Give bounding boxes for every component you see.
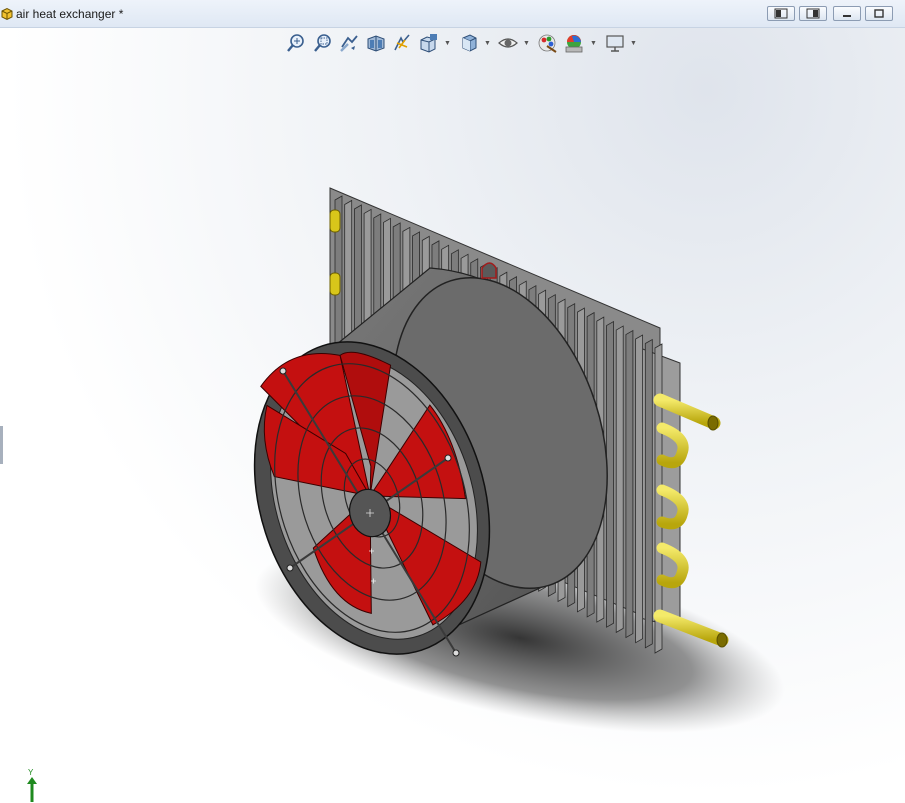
- fin: [615, 325, 624, 634]
- triad-y-label: Y: [28, 768, 34, 777]
- fin: [644, 338, 653, 649]
- graphics-viewport[interactable]: ▼ ▼ ▼ ▼ ▼ Y: [0, 28, 905, 803]
- tile-left-icon: [774, 8, 788, 19]
- document-title-bar: air heat exchanger *: [0, 0, 905, 28]
- tile-right-icon: [806, 8, 820, 19]
- part-document-icon: [1, 7, 13, 21]
- tile-left-button[interactable]: [767, 6, 795, 21]
- housing-lifting-lug: [481, 262, 497, 279]
- document-title: air heat exchanger *: [16, 7, 124, 21]
- restore-icon: [874, 9, 884, 18]
- minimize-button[interactable]: [833, 6, 861, 21]
- restore-button[interactable]: [865, 6, 893, 21]
- view-triad: Y: [27, 768, 37, 802]
- rear-pipe-bottom: [329, 272, 341, 296]
- rear-pipe-top: [329, 209, 341, 233]
- window-controls: [767, 6, 897, 22]
- fin: [635, 334, 644, 644]
- fin: [625, 329, 634, 639]
- tile-right-button[interactable]: [799, 6, 827, 21]
- fin: [654, 343, 663, 654]
- minimize-icon: [843, 15, 851, 17]
- air-heat-exchanger-model[interactable]: [0, 28, 905, 803]
